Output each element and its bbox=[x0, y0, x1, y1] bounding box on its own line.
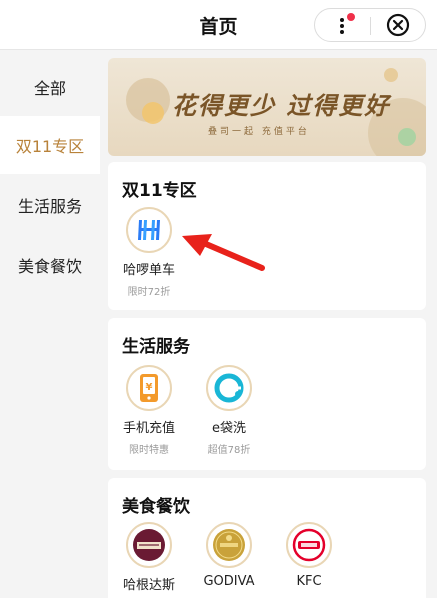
service-name: KFC bbox=[296, 574, 322, 589]
service-item-e-laundry[interactable]: e袋洗 超值78折 bbox=[194, 365, 264, 456]
section-title: 美食餐饮 bbox=[122, 497, 190, 517]
service-name: 手机充值 bbox=[122, 421, 175, 436]
service-name: GODIVA bbox=[203, 574, 255, 589]
service-promo: 超值78折 bbox=[207, 445, 251, 456]
pointer-arrow-icon bbox=[182, 234, 265, 271]
service-name: 哈啰单车 bbox=[122, 263, 175, 278]
godiva-logo-icon bbox=[206, 522, 252, 568]
section-food-dining: 美食餐饮 哈根达斯 GODIVA KFC bbox=[108, 478, 426, 598]
banner-decor bbox=[384, 68, 398, 82]
service-name: 哈根达斯 bbox=[122, 578, 175, 593]
sidebar-item-life-services[interactable]: 生活服务 bbox=[0, 176, 100, 234]
service-name: e袋洗 bbox=[212, 421, 246, 436]
capsule-divider bbox=[370, 17, 371, 35]
circle-close-icon bbox=[386, 13, 410, 37]
sidebar-item-label: 双11专区 bbox=[15, 137, 85, 156]
e-laundry-icon bbox=[206, 365, 252, 411]
mini-program-capsule bbox=[314, 8, 426, 42]
category-sidebar: 全部 双11专区 生活服务 美食餐饮 bbox=[0, 50, 100, 598]
service-item-godiva[interactable]: GODIVA bbox=[194, 522, 264, 589]
top-bar: 首页 bbox=[0, 0, 437, 50]
sidebar-item-label: 生活服务 bbox=[17, 197, 82, 216]
svg-text:¥: ¥ bbox=[146, 382, 153, 393]
sidebar-item-double11[interactable]: 双11专区 bbox=[0, 116, 100, 174]
sidebar-item-food-dining[interactable]: 美食餐饮 bbox=[0, 236, 100, 294]
notification-dot bbox=[347, 13, 355, 21]
service-item-haagen-dazs[interactable]: 哈根达斯 bbox=[114, 522, 184, 593]
service-promo: 限时特惠 bbox=[129, 445, 169, 456]
section-life-services: 生活服务 ¥ 手机充值 限时特惠 e袋洗 超值78折 bbox=[108, 318, 426, 470]
service-item-hellobike[interactable]: 哈啰单车 限时72折 bbox=[114, 207, 184, 298]
more-dots-icon bbox=[340, 18, 344, 34]
service-item-kfc[interactable]: KFC bbox=[274, 522, 344, 589]
close-button[interactable] bbox=[372, 9, 426, 41]
banner-subtitle: 叠司一起 充值平台 bbox=[208, 127, 310, 137]
kfc-logo-icon bbox=[286, 522, 332, 568]
more-button[interactable] bbox=[315, 9, 370, 41]
banner-decor bbox=[398, 128, 416, 146]
section-double11: 双11专区 哈啰单车 限时72折 bbox=[108, 162, 426, 310]
phone-recharge-icon: ¥ bbox=[126, 365, 172, 411]
main-content: 花得更少 过得更好 叠司一起 充值平台 双11专区 哈啰单车 限时72折 生活服… bbox=[100, 50, 437, 598]
sidebar-item-label: 全部 bbox=[33, 79, 66, 98]
service-item-phone-recharge[interactable]: ¥ 手机充值 限时特惠 bbox=[114, 365, 184, 456]
hellobike-logo-icon bbox=[126, 207, 172, 253]
haagen-dazs-logo-icon bbox=[126, 522, 172, 568]
promo-banner[interactable]: 花得更少 过得更好 叠司一起 充值平台 bbox=[108, 58, 426, 156]
banner-decor bbox=[142, 102, 164, 124]
sidebar-item-all[interactable]: 全部 bbox=[0, 58, 100, 116]
sidebar-item-label: 美食餐饮 bbox=[17, 257, 82, 276]
banner-slogan: 花得更少 过得更好 bbox=[172, 92, 391, 120]
section-title: 双11专区 bbox=[122, 181, 197, 201]
section-title: 生活服务 bbox=[122, 337, 190, 357]
service-promo: 限时72折 bbox=[127, 287, 171, 298]
